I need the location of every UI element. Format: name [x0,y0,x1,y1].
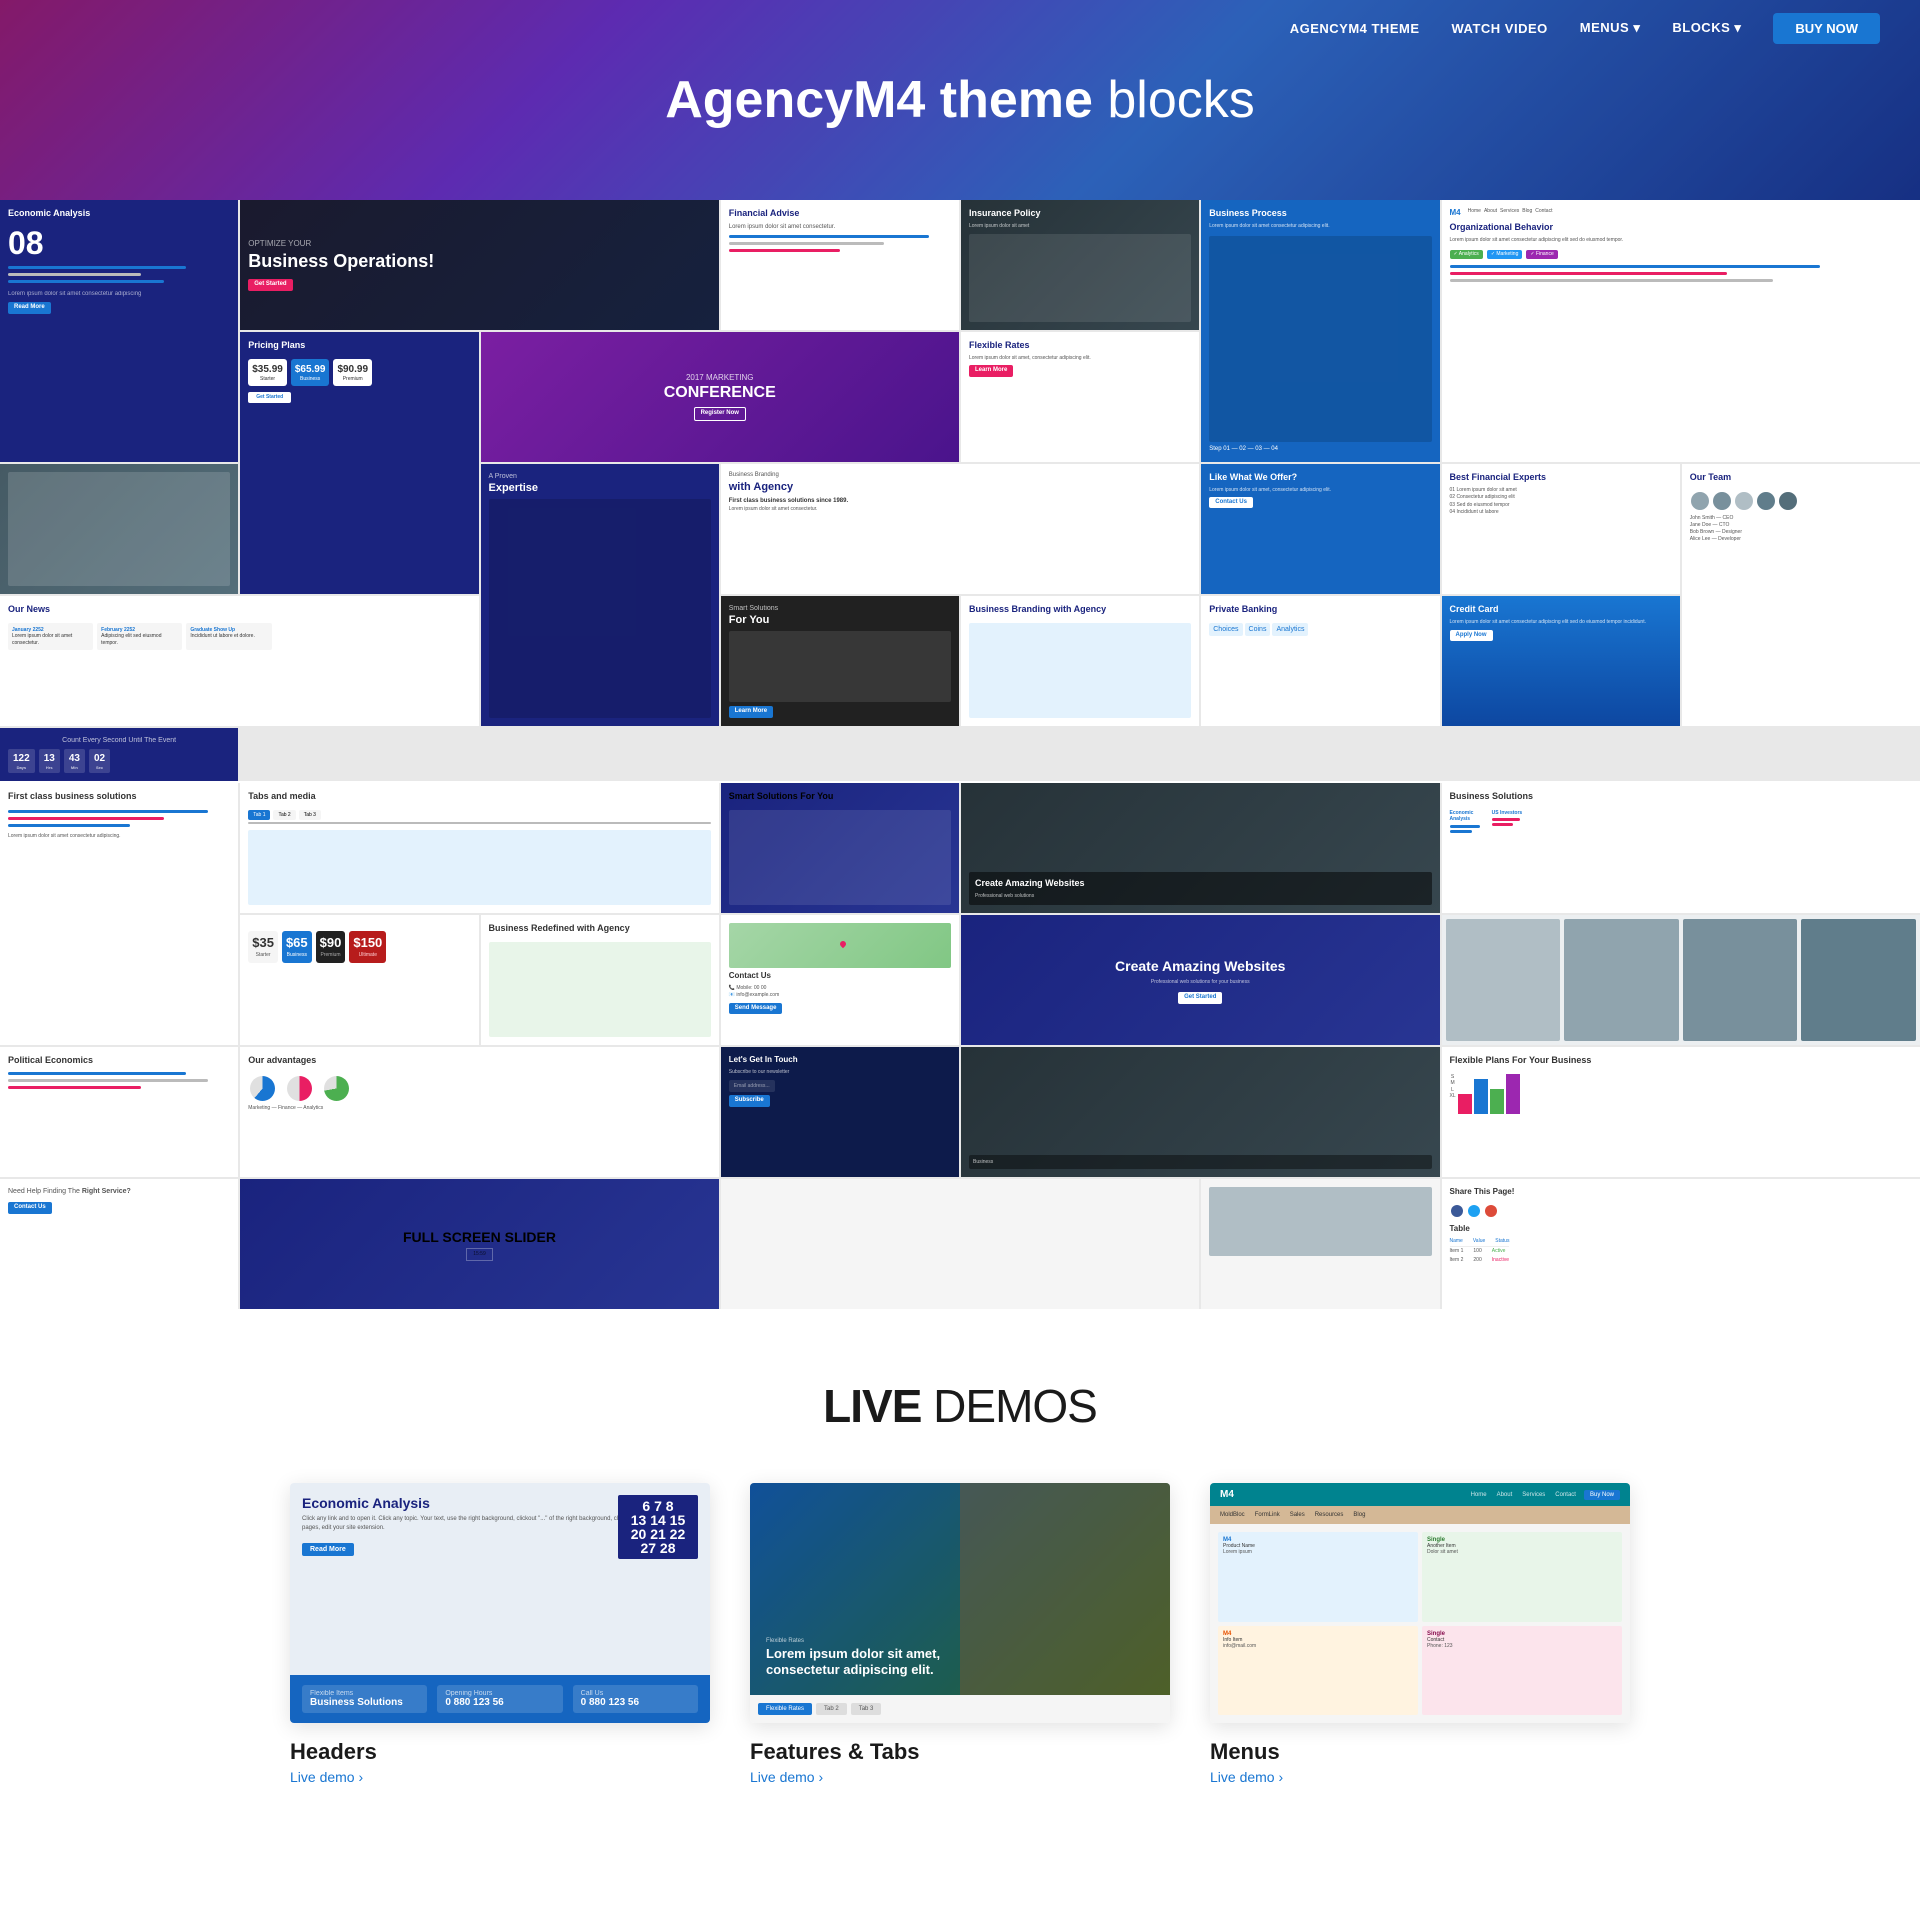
tile-tabs-media[interactable]: Tabs and media Tab 1 Tab 2 Tab 3 [240,783,719,913]
navbar: AGENCYM4 THEME WATCH VIDEO MENUS BLOCKS … [0,0,1920,56]
tile-photo-laptop[interactable] [0,464,238,594]
tile-business-branding[interactable]: Business Branding with Agency [961,596,1199,726]
tile-business-solutions[interactable]: Business Solutions Economic Analysis US … [1442,783,1920,913]
demo-preview-headers: Economic Analysis Click any link and to … [290,1483,710,1723]
tile-we-offer[interactable]: Like What We Offer? Lorem ipsum dolor si… [1201,464,1439,594]
tile-lets-touch[interactable]: Let's Get In Touch Subscribe to our news… [721,1047,959,1177]
nav-blocks[interactable]: BLOCKS [1672,20,1741,36]
tile-private-banking[interactable]: Private Banking Choices Coins Analytics [1201,596,1439,726]
demo-card-title-headers: Headers [290,1739,710,1765]
tile-marketing-conference[interactable]: 2017 MARKETING CONFERENCE Register Now [481,332,960,462]
tile-our-advantages[interactable]: Our advantages Marketing — Finance — Ana… [240,1047,719,1177]
demo-card-link-features[interactable]: Live demo [750,1769,823,1785]
tile-smart-solutions[interactable]: Smart Solutions For You Learn More [721,596,959,726]
demo-card-link-headers[interactable]: Live demo [290,1769,363,1785]
demo-card-features[interactable]: Flexible Rates Lorem ipsum dolor sit ame… [750,1483,1170,1787]
demo-card-link-menus[interactable]: Live demo [1210,1769,1283,1785]
mosaic-grid: Economic Analysis 08 Lorem ipsum dolor s… [0,200,1920,781]
tile-first-class-2[interactable]: First class business solutions Lorem ips… [0,783,238,1045]
tile-political-economics[interactable]: Political Economics [0,1047,238,1177]
tile-business-process[interactable]: Business Process Lorem ipsum dolor sit a… [1201,200,1439,462]
live-demos-title: LIVE DEMOS [200,1379,1720,1433]
tile-photo-row[interactable] [1442,915,1920,1045]
demo-card-menus[interactable]: M4 Home About Services Contact Buy Now M… [1210,1483,1630,1787]
tile-right-service[interactable]: Need Help Finding The Right Service? Con… [0,1179,238,1309]
demo-preview-menus: M4 Home About Services Contact Buy Now M… [1210,1483,1630,1723]
nav-watchvideo[interactable]: WATCH VIDEO [1452,21,1548,36]
demo-card-headers[interactable]: Economic Analysis Click any link and to … [290,1483,710,1787]
tile-proven-expertise[interactable]: A Proven Expertise [481,464,719,726]
tile-fullscreen-slider[interactable]: FULL SCREEN SLIDER 15:59 [240,1179,719,1309]
tile-financial-advise[interactable]: Financial Advise Lorem ipsum dolor sit a… [721,200,959,330]
demo-preview-features: Flexible Rates Lorem ipsum dolor sit ame… [750,1483,1170,1723]
tile-photo-4[interactable] [1201,1179,1439,1309]
tile-flexible-rates[interactable]: Flexible Rates Lorem ipsum dolor sit ame… [961,332,1199,462]
tile-create-website[interactable]: Create Amazing Websites Professional web… [961,783,1440,913]
tile-economic-analysis[interactable]: Economic Analysis 08 Lorem ipsum dolor s… [0,200,238,462]
tile-organizational-behavior[interactable]: M4 Home About Services Blog Contact Orga… [1442,200,1920,462]
tile-photo-3[interactable] [721,1179,1200,1309]
tile-create-website-2[interactable]: Create Amazing Websites Professional web… [961,915,1440,1045]
tile-insurance-policy[interactable]: Insurance Policy Lorem ipsum dolor sit a… [961,200,1199,330]
tile-our-news[interactable]: Our News January 2252 Lorem ipsum dolor … [0,596,479,726]
tile-first-class[interactable]: Business Branding with Agency First clas… [721,464,1200,594]
nav-menus[interactable]: MENUS [1580,20,1641,36]
tile-pricing-1[interactable]: Pricing Plans $35.99 Starter $65.99 Busi… [240,332,478,594]
demos-grid: Economic Analysis Click any link and to … [200,1483,1720,1787]
tile-best-financial[interactable]: Best Financial Experts 01 Lorem ipsum do… [1442,464,1680,594]
tile-our-team[interactable]: Our Team John Smith — CEO Jane Doe — CTO… [1682,464,1920,726]
tile-contact-us[interactable]: Contact Us 📞 Mobile: 00 00 📧 info@exampl… [721,915,959,1045]
buy-now-button[interactable]: BUY NOW [1773,13,1880,44]
mosaic-grid-2: First class business solutions Lorem ips… [0,783,1920,1309]
tile-flexible-plans[interactable]: Flexible Plans For Your Business S M L X… [1442,1047,1920,1177]
demo-card-title-menus: Menus [1210,1739,1630,1765]
tile-business-operations[interactable]: OPTIMIZE YOUR Business Operations! Get S… [240,200,719,330]
tile-share-table[interactable]: Share This Page! Table NameValueStatus I… [1442,1179,1920,1309]
demo-card-title-features: Features & Tabs [750,1739,1170,1765]
tile-business-redefined[interactable]: Business Redefined with Agency [481,915,719,1045]
tile-credit-card[interactable]: Credit Card Lorem ipsum dolor sit amet c… [1442,596,1680,726]
tile-business-office[interactable]: Business [961,1047,1440,1177]
hero-title: AgencyM4 theme blocks [665,70,1255,130]
nav-agencym4[interactable]: AGENCYM4 THEME [1290,21,1420,36]
tile-count-event[interactable]: Count Every Second Until The Event 122Da… [0,728,238,781]
tile-smart-photo[interactable]: Smart Solutions For You [721,783,959,913]
tile-pricing-white[interactable]: $35 Starter $65 Business $90 Premium $15… [240,915,478,1045]
live-demos-section: LIVE DEMOS Economic Analysis Click any l… [0,1309,1920,1847]
